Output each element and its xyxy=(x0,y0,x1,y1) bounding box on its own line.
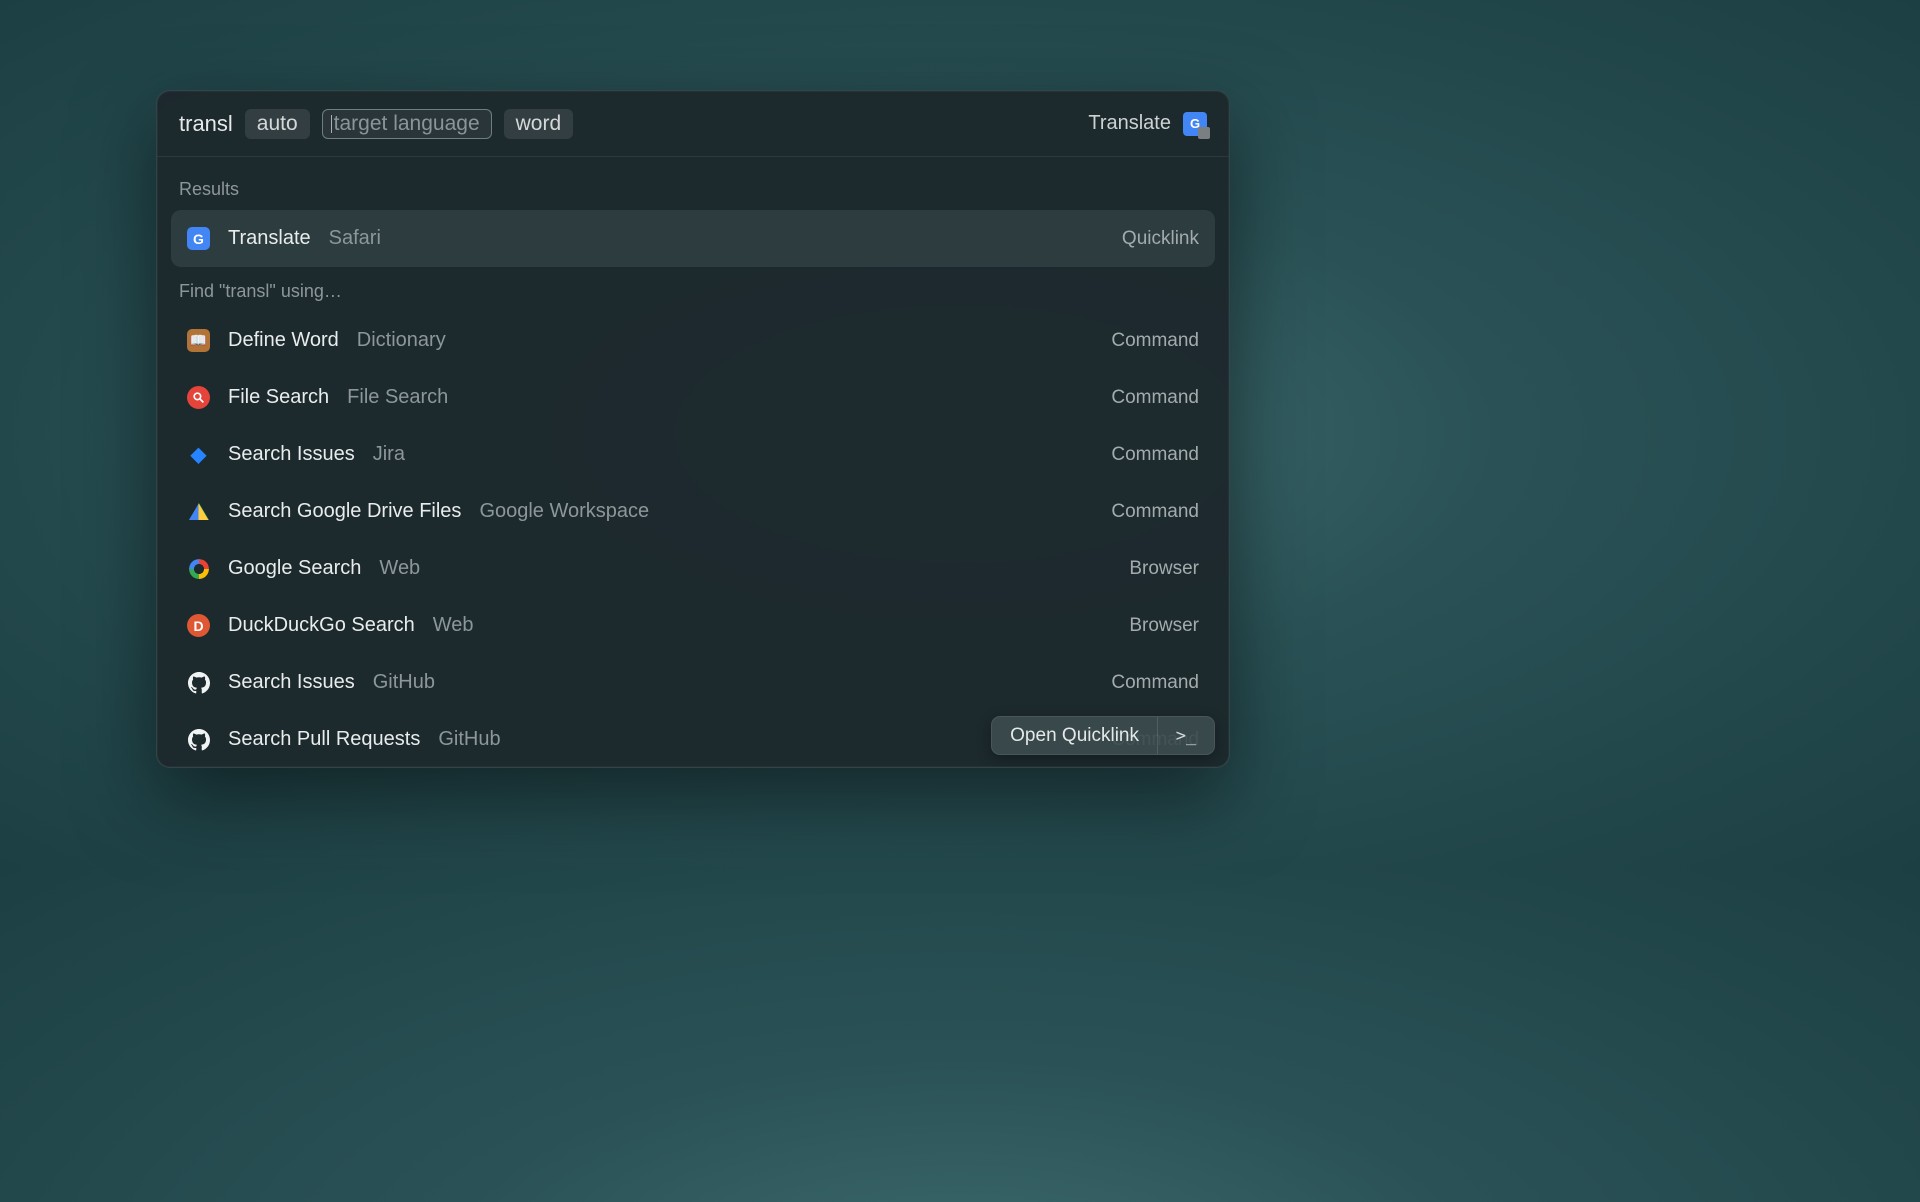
row-type: Command xyxy=(1111,330,1199,352)
terminal-icon[interactable]: >_ xyxy=(1158,717,1214,754)
search-icon xyxy=(187,386,210,409)
row-subtitle: Jira xyxy=(373,443,405,466)
row-title: Define Word xyxy=(228,329,339,352)
row-title: Search Pull Requests xyxy=(228,728,420,751)
dictionary-icon: 📖 xyxy=(187,329,210,352)
row-title: File Search xyxy=(228,386,329,409)
section-find-label: Find "transl" using… xyxy=(171,267,1215,312)
result-row-google-drive[interactable]: Search Google Drive Files Google Workspa… xyxy=(171,483,1215,540)
row-subtitle: GitHub xyxy=(373,671,435,694)
row-title: Search Issues xyxy=(228,671,355,694)
row-type: Browser xyxy=(1129,615,1199,637)
row-type: Quicklink xyxy=(1122,228,1199,250)
row-title: Search Google Drive Files xyxy=(228,500,461,523)
result-row-github-issues[interactable]: Search Issues GitHub Command xyxy=(171,654,1215,711)
results-list[interactable]: Results G Translate Safari Quicklink Fin… xyxy=(157,157,1229,767)
row-type: Browser xyxy=(1129,558,1199,580)
row-subtitle: GitHub xyxy=(438,728,500,751)
token-target-lang[interactable]: target language xyxy=(322,109,492,139)
google-icon xyxy=(187,557,210,580)
result-row-translate[interactable]: G Translate Safari Quicklink xyxy=(171,210,1215,267)
github-icon xyxy=(187,728,210,751)
row-subtitle: Web xyxy=(433,614,474,637)
row-subtitle: Google Workspace xyxy=(479,500,649,523)
row-subtitle: Dictionary xyxy=(357,329,446,352)
result-row-duckduckgo[interactable]: D DuckDuckGo Search Web Browser xyxy=(171,597,1215,654)
search-query[interactable]: transl xyxy=(179,111,233,137)
google-translate-icon: G xyxy=(1183,112,1207,136)
row-type: Command xyxy=(1111,387,1199,409)
google-translate-icon: G xyxy=(187,227,210,250)
action-bar: Open Quicklink >_ xyxy=(991,716,1215,755)
row-title: Search Issues xyxy=(228,443,355,466)
row-subtitle: File Search xyxy=(347,386,448,409)
google-drive-icon xyxy=(187,500,210,523)
header-app-label: Translate xyxy=(1088,112,1171,135)
primary-action-button[interactable]: Open Quicklink xyxy=(992,717,1157,754)
token-source-lang[interactable]: auto xyxy=(245,109,310,139)
result-row-google-search[interactable]: Google Search Web Browser xyxy=(171,540,1215,597)
section-results-label: Results xyxy=(171,165,1215,210)
result-row-file-search[interactable]: File Search File Search Command xyxy=(171,369,1215,426)
row-type: Command xyxy=(1111,444,1199,466)
jira-icon: ◆ xyxy=(187,443,210,466)
github-icon xyxy=(187,671,210,694)
duckduckgo-icon: D xyxy=(187,614,210,637)
row-type: Command xyxy=(1111,672,1199,694)
launcher-window: transl auto target language word Transla… xyxy=(156,90,1230,768)
search-bar: transl auto target language word Transla… xyxy=(157,91,1229,157)
row-title: DuckDuckGo Search xyxy=(228,614,415,637)
row-subtitle: Safari xyxy=(329,227,381,250)
row-type: Command xyxy=(1111,501,1199,523)
row-title: Google Search xyxy=(228,557,361,580)
row-title: Translate xyxy=(228,227,311,250)
row-subtitle: Web xyxy=(379,557,420,580)
result-row-jira-issues[interactable]: ◆ Search Issues Jira Command xyxy=(171,426,1215,483)
result-row-define-word[interactable]: 📖 Define Word Dictionary Command xyxy=(171,312,1215,369)
token-word[interactable]: word xyxy=(504,109,574,139)
